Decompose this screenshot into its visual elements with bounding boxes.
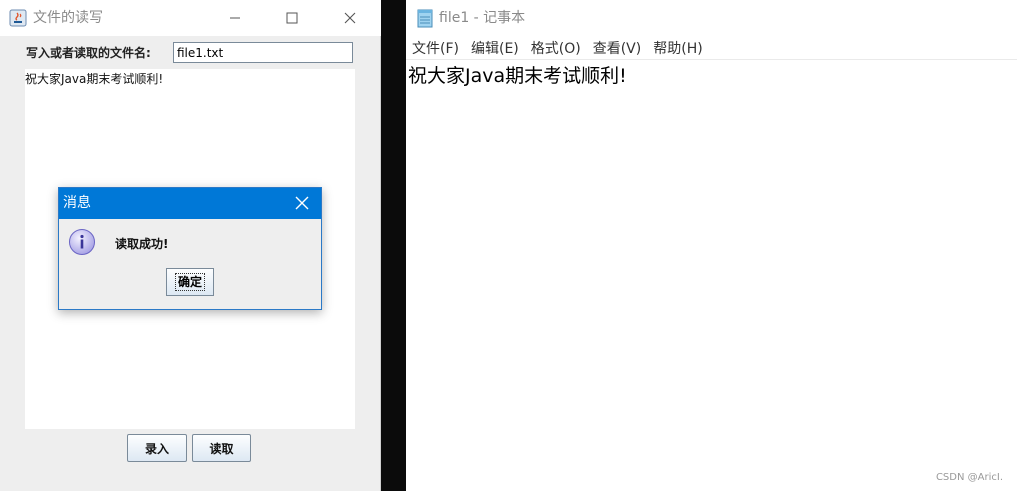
maximize-icon — [286, 12, 298, 24]
maximize-button[interactable] — [269, 6, 315, 30]
close-icon[interactable] — [295, 196, 309, 210]
read-button[interactable]: 读取 — [192, 434, 251, 462]
menu-view[interactable]: 查看(V) — [587, 38, 648, 59]
message-dialog: 消息 读取成功! 确定 — [58, 187, 322, 310]
menu-edit[interactable]: 编辑(E) — [465, 38, 525, 59]
java-title-bar[interactable]: 文件的读写 — [0, 0, 381, 36]
notepad-text-content[interactable]: 祝大家Java期末考试顺利! — [408, 64, 627, 88]
minimize-icon — [230, 17, 240, 19]
ok-button-label: 确定 — [174, 273, 205, 291]
menu-file[interactable]: 文件(F) — [406, 38, 465, 59]
save-button[interactable]: 录入 — [127, 434, 187, 462]
menu-help[interactable]: 帮助(H) — [647, 38, 708, 59]
close-button[interactable] — [327, 6, 373, 30]
notepad-menu-bar: 文件(F) 编辑(E) 格式(O) 查看(V) 帮助(H) — [406, 38, 1017, 60]
filename-input[interactable] — [173, 42, 353, 63]
java-app-window: 文件的读写 写入或者读取的文件名: 祝大家Java期末考试顺利! 录入 读取 消… — [0, 0, 381, 491]
minimize-button[interactable] — [212, 6, 258, 30]
dialog-title-bar[interactable]: 消息 — [59, 188, 321, 219]
dialog-title: 消息 — [63, 195, 91, 211]
java-app-icon — [9, 9, 27, 27]
info-icon — [69, 229, 95, 255]
text-area-content: 祝大家Java期末考试顺利! — [25, 72, 164, 86]
notepad-title-bar[interactable]: file1 - 记事本 — [406, 0, 1017, 36]
close-icon — [344, 12, 356, 24]
notepad-icon — [417, 9, 433, 28]
filename-label: 写入或者读取的文件名: — [26, 46, 151, 60]
dialog-message: 读取成功! — [115, 237, 169, 251]
menu-format[interactable]: 格式(O) — [525, 38, 587, 59]
notepad-title: file1 - 记事本 — [439, 10, 526, 26]
window-title: 文件的读写 — [33, 10, 103, 26]
desktop-gap — [381, 0, 406, 491]
notepad-window: file1 - 记事本 文件(F) 编辑(E) 格式(O) 查看(V) 帮助(H… — [406, 0, 1017, 491]
ok-button[interactable]: 确定 — [166, 268, 214, 296]
watermark: CSDN @AricI. — [935, 472, 1003, 483]
